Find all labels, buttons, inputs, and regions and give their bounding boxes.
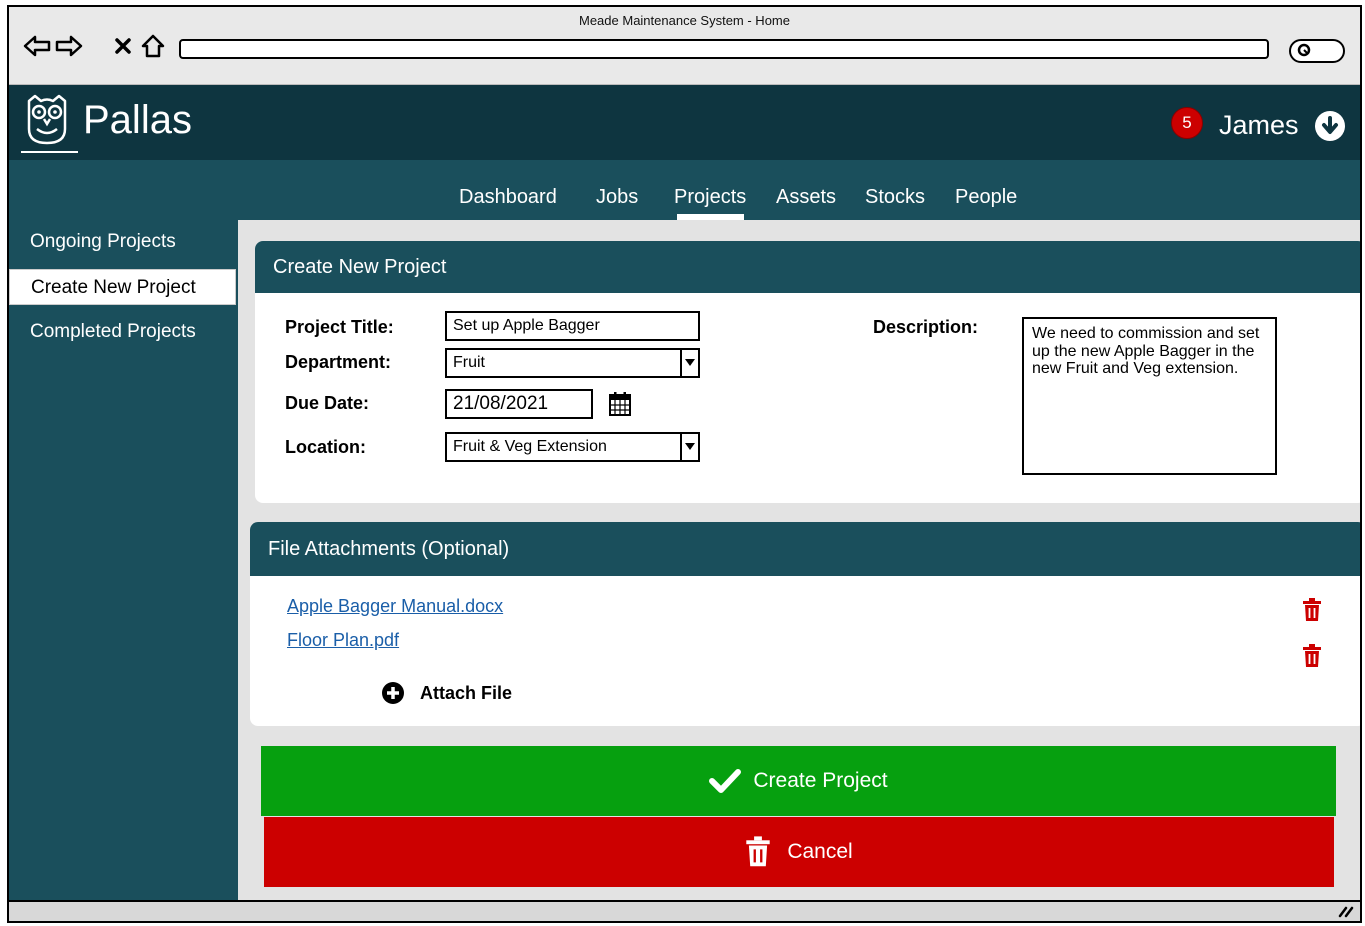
checkmark-icon — [709, 768, 742, 794]
attach-file-label: Attach File — [420, 682, 513, 703]
url-bar[interactable] — [179, 39, 1269, 59]
search-icon — [1297, 43, 1311, 57]
create-project-label: Create Project — [753, 769, 888, 792]
department-label: Department: — [285, 352, 392, 372]
nav-people[interactable]: People — [955, 186, 1017, 209]
create-project-button[interactable]: Create Project — [261, 746, 1336, 816]
browser-search-field[interactable] — [1289, 39, 1345, 63]
location-value: Fruit & Veg Extension — [453, 438, 607, 455]
resize-grip-icon[interactable] — [1336, 900, 1354, 921]
nav-jobs[interactable]: Jobs — [596, 186, 638, 209]
window-title: Meade Maintenance System - Home — [579, 13, 790, 28]
dropdown-arrow-icon[interactable] — [680, 434, 698, 460]
nav-assets[interactable]: Assets — [776, 186, 836, 209]
project-title-input[interactable]: Set up Apple Bagger — [445, 311, 700, 341]
attachment-link[interactable]: Floor Plan.pdf — [287, 630, 399, 651]
department-value: Fruit — [453, 354, 485, 371]
browser-toolbar: Meade Maintenance System - Home — [9, 7, 1360, 85]
forward-arrow-icon[interactable] — [55, 31, 83, 61]
owl-icon — [27, 94, 67, 145]
department-select[interactable]: Fruit — [445, 348, 700, 378]
logo-underline — [21, 151, 78, 153]
create-project-panel: Create New Project Project Title: Set up… — [255, 241, 1360, 503]
user-name[interactable]: James — [1219, 110, 1299, 141]
due-date-label: Due Date: — [285, 393, 370, 413]
stop-x-icon[interactable] — [109, 31, 137, 61]
attachment-link[interactable]: Apple Bagger Manual.docx — [287, 596, 503, 617]
attach-file-button[interactable]: Attach File — [382, 682, 512, 704]
location-select[interactable]: Fruit & Veg Extension — [445, 432, 700, 462]
plus-circle-icon — [382, 682, 404, 704]
app-logo[interactable]: Pallas — [21, 93, 192, 147]
status-bar — [9, 900, 1360, 921]
notification-badge[interactable]: 5 — [1171, 107, 1203, 139]
cancel-button[interactable]: Cancel — [264, 817, 1334, 887]
sidebar-item-completed-projects[interactable]: Completed Projects — [9, 314, 236, 350]
delete-trash-icon[interactable] — [1302, 644, 1322, 668]
back-arrow-icon[interactable] — [23, 31, 51, 61]
description-textarea[interactable]: We need to commission and set up the new… — [1022, 317, 1277, 475]
browser-window: Meade Maintenance System - Home Pallas 5… — [7, 5, 1362, 923]
nav-projects[interactable]: Projects — [674, 186, 746, 209]
location-label: Location: — [285, 437, 366, 457]
app-name: Pallas — [83, 98, 192, 142]
description-label: Description: — [873, 317, 979, 337]
top-nav: Dashboard Jobs Projects Assets Stocks Pe… — [9, 160, 1360, 220]
app-header: Pallas 5 James — [9, 85, 1360, 160]
attachments-panel: File Attachments (Optional) Apple Bagger… — [250, 522, 1360, 726]
nav-stocks[interactable]: Stocks — [865, 186, 925, 209]
trash-icon — [745, 836, 771, 868]
nav-dashboard[interactable]: Dashboard — [459, 186, 557, 209]
create-project-header: Create New Project — [255, 241, 1360, 293]
delete-trash-icon[interactable] — [1302, 598, 1322, 622]
home-icon[interactable] — [139, 31, 167, 61]
cancel-label: Cancel — [787, 840, 853, 863]
attachments-header: File Attachments (Optional) — [250, 522, 1360, 576]
chevron-down-circle-icon[interactable] — [1315, 111, 1345, 141]
dropdown-arrow-icon[interactable] — [680, 350, 698, 376]
calendar-icon[interactable] — [608, 391, 632, 417]
project-title-label: Project Title: — [285, 317, 394, 337]
due-date-input[interactable]: 21/08/2021 — [445, 389, 593, 419]
sidebar-item-ongoing-projects[interactable]: Ongoing Projects — [9, 224, 236, 260]
sidebar-item-create-new-project[interactable]: Create New Project — [9, 269, 236, 305]
